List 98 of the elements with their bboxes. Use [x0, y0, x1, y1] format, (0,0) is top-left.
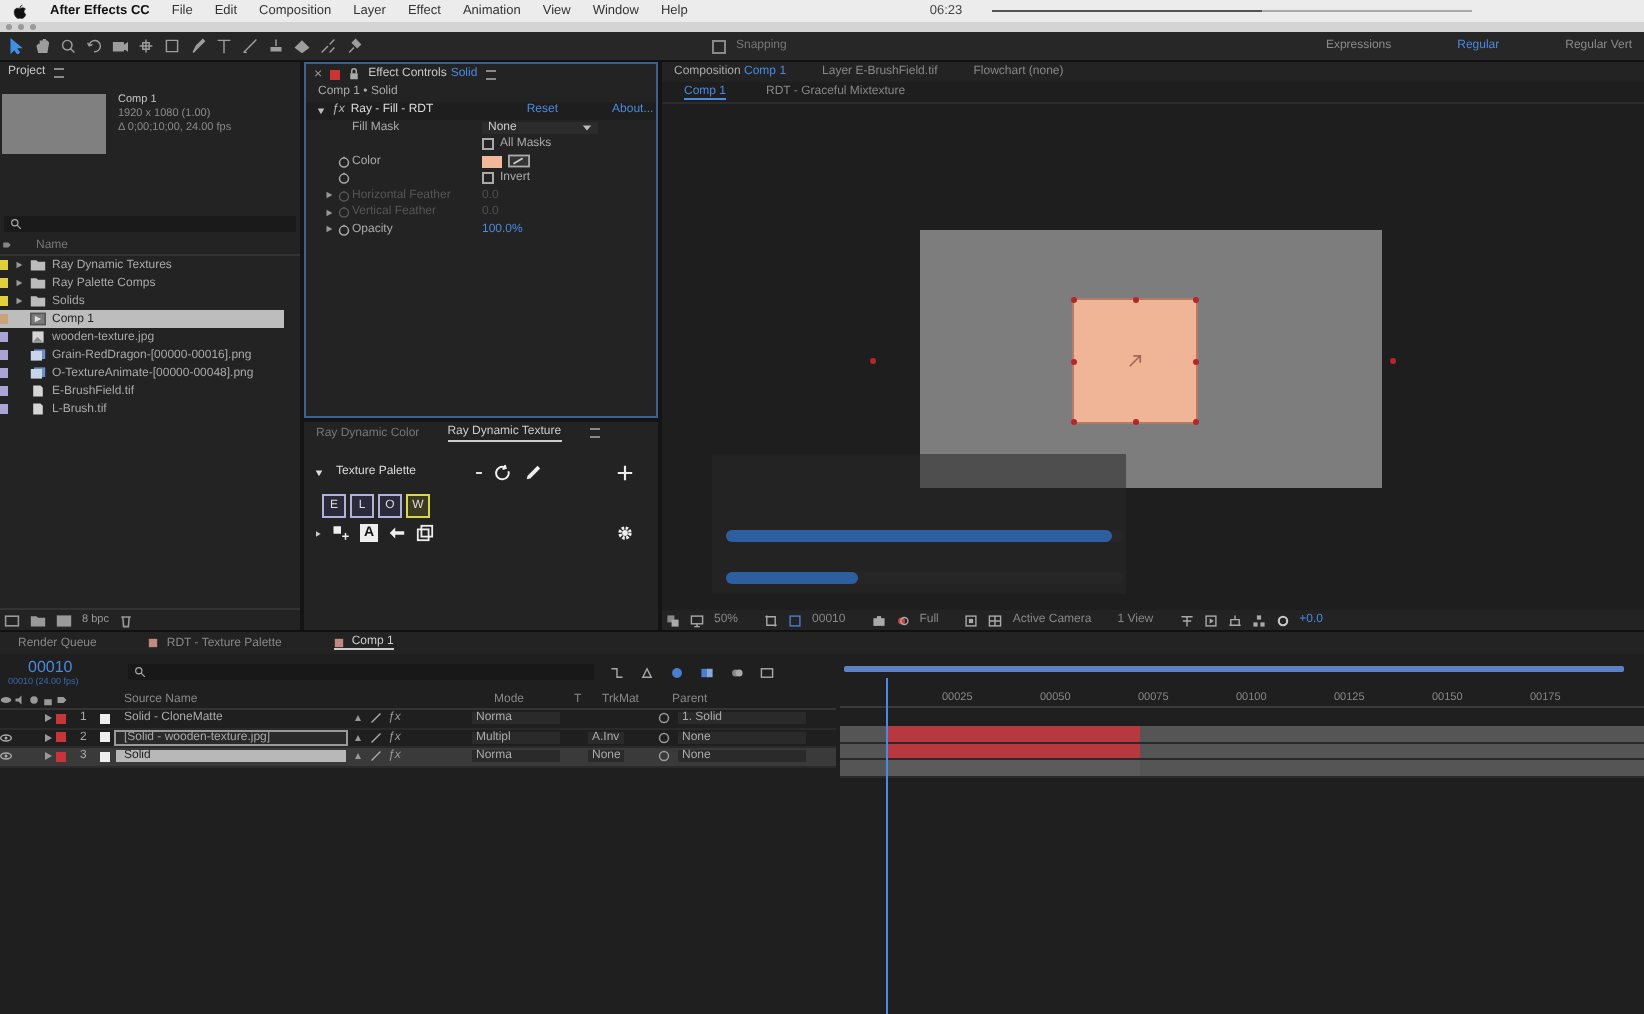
safe-zones-icon[interactable]: [788, 613, 803, 627]
solo-icon[interactable]: [28, 693, 40, 705]
hand-icon[interactable]: [34, 38, 50, 54]
color-swatch[interactable]: [482, 155, 502, 168]
twirl-icon[interactable]: [316, 105, 326, 116]
search-icon: [134, 666, 146, 678]
current-time[interactable]: 00010: [8, 658, 112, 676]
label-swatch[interactable]: [0, 350, 8, 360]
graph-editor-icon[interactable]: [760, 665, 774, 679]
label-swatch[interactable]: [56, 751, 66, 762]
duplicate-icon[interactable]: [416, 524, 434, 542]
eraser-icon[interactable]: [294, 38, 310, 54]
grid-icon[interactable]: [1179, 613, 1194, 627]
transform-handle[interactable]: [1193, 297, 1199, 303]
twirl-icon[interactable]: [314, 529, 322, 537]
new-comp-icon[interactable]: [56, 613, 72, 627]
search-icon[interactable]: [60, 38, 76, 54]
timeline-icon[interactable]: [1227, 613, 1242, 627]
transform-handle[interactable]: [1132, 297, 1138, 303]
eye-icon[interactable]: [0, 750, 12, 763]
brush-icon[interactable]: [242, 38, 258, 54]
eye-icon[interactable]: [0, 731, 12, 744]
edge-marker: [1390, 358, 1396, 364]
transform-handle[interactable]: [1071, 297, 1077, 303]
checkbox[interactable]: [482, 172, 494, 185]
search-field[interactable]: [4, 216, 296, 232]
checkbox[interactable]: [482, 138, 494, 151]
transform-handle[interactable]: [1193, 419, 1199, 425]
label-swatch[interactable]: [0, 296, 8, 306]
layers-icon[interactable]: [666, 613, 680, 627]
transform-handle[interactable]: [1071, 358, 1077, 364]
crop-icon[interactable]: [764, 613, 779, 627]
caret-icon: [582, 123, 592, 132]
label-icon[interactable]: [56, 693, 68, 705]
edge-marker: [870, 358, 876, 364]
search-field[interactable]: [128, 664, 594, 680]
label-swatch[interactable]: [0, 368, 8, 378]
color-channels-icon[interactable]: [895, 613, 910, 627]
pen-icon[interactable]: [190, 38, 206, 54]
refresh-icon[interactable]: [494, 463, 513, 481]
plus-icon[interactable]: [616, 463, 634, 481]
snapping-checkbox[interactable]: [712, 39, 726, 53]
frame-blending-icon[interactable]: [700, 665, 714, 679]
label-column-icon: [2, 240, 12, 250]
stopwatch-icon[interactable]: [337, 155, 349, 168]
label-swatch[interactable]: [0, 332, 8, 342]
menu-icon[interactable]: [53, 67, 64, 77]
image-file-icon: [30, 330, 46, 344]
trash-icon[interactable]: [118, 613, 135, 627]
label-swatch[interactable]: [0, 260, 8, 270]
lock-icon[interactable]: [348, 68, 361, 80]
anchor-point-icon[interactable]: [1128, 354, 1142, 368]
interpret-footage-icon[interactable]: [4, 613, 20, 627]
comp-icon: [30, 312, 46, 326]
rectangle-icon[interactable]: [164, 38, 180, 54]
region-icon[interactable]: [964, 613, 979, 627]
exposure-icon[interactable]: [1275, 613, 1290, 627]
camera-icon[interactable]: [112, 38, 128, 54]
motion-blur-icon[interactable]: [730, 665, 744, 679]
draft-3d-icon[interactable]: [640, 665, 654, 679]
rotate-icon[interactable]: [86, 38, 102, 54]
label-swatch[interactable]: [56, 732, 66, 743]
label-swatch[interactable]: [0, 386, 8, 396]
twirl-icon[interactable]: [314, 467, 324, 477]
pencil-icon[interactable]: [524, 463, 543, 481]
selection-arrow-icon[interactable]: [8, 38, 24, 54]
comp-icon: [333, 637, 344, 647]
left-arrow-icon[interactable]: [388, 524, 406, 542]
apple-icon[interactable]: [12, 3, 28, 19]
crosshair-icon[interactable]: [138, 38, 154, 54]
transform-handle[interactable]: [1071, 419, 1077, 425]
add-layer-icon[interactable]: [332, 524, 350, 542]
menu-icon[interactable]: [589, 428, 600, 438]
monitor-icon[interactable]: [690, 613, 704, 627]
label-swatch[interactable]: [0, 314, 8, 324]
search-icon: [10, 218, 22, 230]
transparency-grid-icon[interactable]: [988, 613, 1003, 627]
eyedropper-icon[interactable]: [508, 154, 530, 169]
label-swatch[interactable]: [56, 713, 66, 724]
transform-handle[interactable]: [1193, 358, 1199, 364]
text-tool-icon[interactable]: [216, 38, 232, 54]
fast-preview-icon[interactable]: [1203, 613, 1218, 627]
transform-handle[interactable]: [1132, 419, 1138, 425]
shy-icon[interactable]: [670, 665, 684, 679]
speaker-icon[interactable]: [14, 693, 26, 705]
label-swatch[interactable]: [0, 404, 8, 414]
effect-icon: [330, 69, 341, 79]
comp-thumbnail: [2, 94, 106, 154]
stopwatch-icon[interactable]: [337, 223, 349, 236]
stamp-icon[interactable]: [268, 38, 284, 54]
comp-mini-flowchart-icon[interactable]: [610, 665, 624, 679]
comp-icon: [148, 638, 159, 648]
settings-icon[interactable]: [616, 524, 634, 542]
label-swatch[interactable]: [0, 278, 8, 288]
menu-icon[interactable]: [485, 69, 496, 79]
flowchart-icon[interactable]: [1251, 613, 1266, 627]
stopwatch-icon[interactable]: [337, 172, 349, 185]
camera-icon[interactable]: [871, 613, 886, 627]
